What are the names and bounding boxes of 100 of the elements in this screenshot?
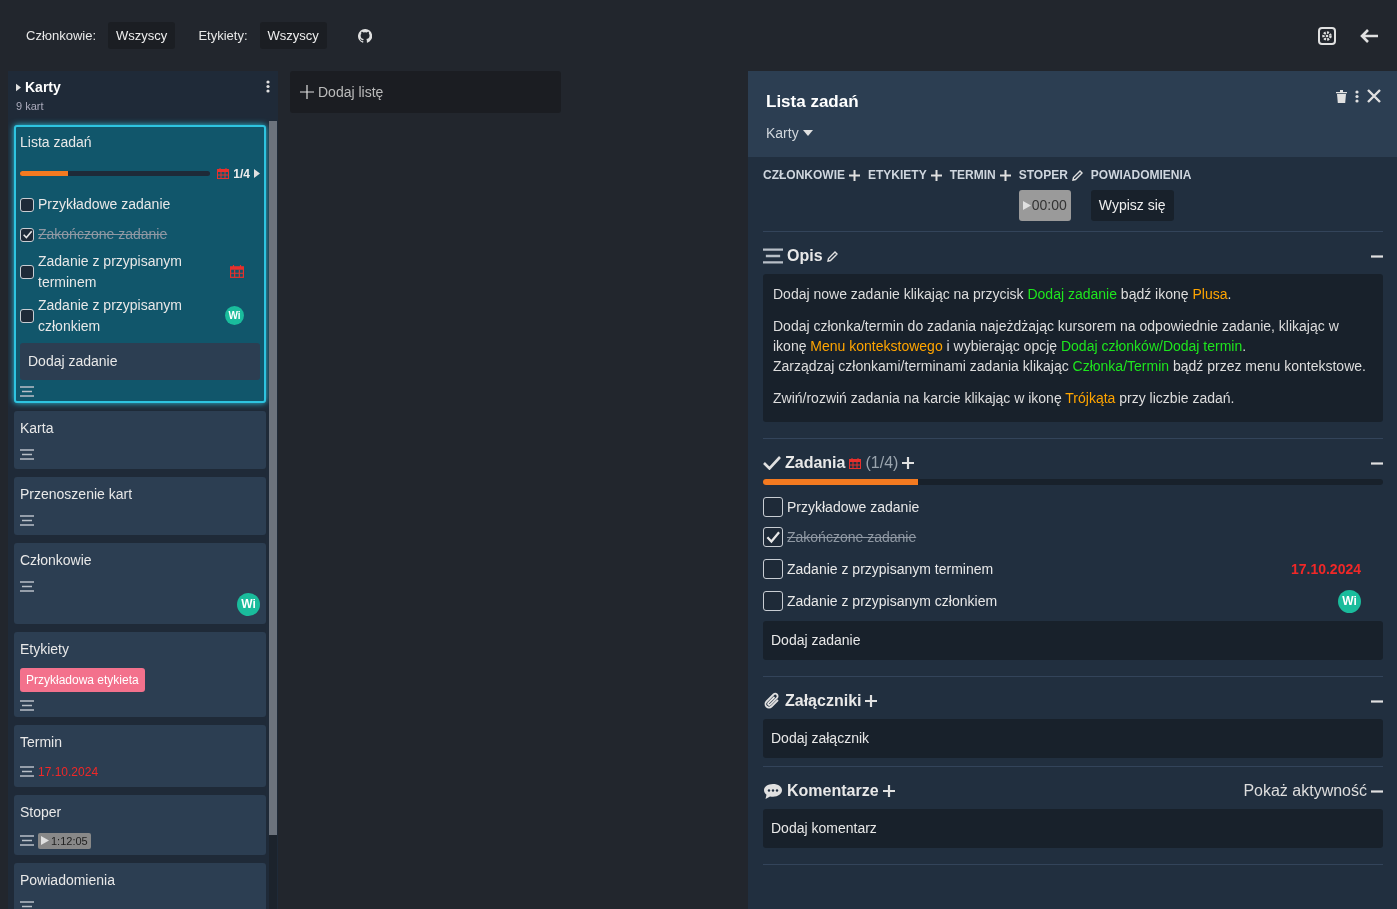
- cat-icon[interactable]: [357, 28, 372, 43]
- section-title: Opis: [787, 246, 823, 266]
- checkbox[interactable]: [20, 264, 34, 279]
- add-comment-field[interactable]: Dodaj komentarz: [763, 809, 1383, 848]
- due-date: 17.10.2024: [38, 763, 99, 781]
- add-task-button[interactable]: Dodaj zadanie: [20, 342, 260, 380]
- collapse-icon[interactable]: [1371, 699, 1383, 703]
- avatar: Wi: [1338, 589, 1361, 613]
- card-title: Powiadomienia: [20, 871, 116, 890]
- checkbox[interactable]: [20, 308, 34, 323]
- action-button[interactable]: ETYKIETY: [868, 166, 942, 184]
- checkbox[interactable]: [763, 559, 783, 579]
- lines-icon: [20, 580, 34, 592]
- card[interactable]: Członkowie Wi: [14, 542, 266, 624]
- task-text: Przykładowe zadanie: [787, 497, 921, 517]
- card-title: Członkowie: [20, 550, 93, 570]
- plus-icon: [300, 85, 314, 99]
- collapse-icon[interactable]: [1371, 789, 1383, 793]
- task-text: Przykładowe zadanie: [38, 195, 172, 214]
- filter-dropdown[interactable]: Wszyscy: [108, 21, 176, 50]
- plus-icon[interactable]: [999, 169, 1011, 181]
- lines-icon: [20, 835, 34, 847]
- plus-icon[interactable]: [865, 695, 878, 707]
- description-paragraph: Zwiń/rozwiń zadania na karcie klikając w ikonę Trójkąta przy liczbie zadań.: [773, 389, 1236, 408]
- checkbox[interactable]: [20, 197, 34, 212]
- pencil-icon[interactable]: [1071, 169, 1083, 181]
- card[interactable]: Powiadomienia: [14, 863, 266, 909]
- task-text: Zadanie z przypisanym członkiem: [38, 295, 183, 336]
- task-text: Zadanie z przypisanym terminem: [787, 559, 995, 579]
- card-title: Karta: [20, 418, 55, 438]
- collapse-icon[interactable]: [1371, 461, 1383, 465]
- plus-icon[interactable]: [930, 169, 942, 181]
- plus-icon[interactable]: [849, 169, 860, 181]
- lines-icon: [20, 385, 34, 397]
- checkbox[interactable]: [763, 497, 783, 517]
- add-list-button[interactable]: Dodaj listę: [290, 71, 561, 113]
- calendar-icon: [217, 168, 230, 179]
- settings-icon[interactable]: [1318, 26, 1336, 45]
- card-title: Lista zadań: [766, 91, 859, 113]
- task-text: Zadanie z przypisanym terminem: [38, 251, 183, 292]
- task-counter: (1/4): [865, 453, 899, 473]
- close-icon[interactable]: [1367, 89, 1381, 103]
- list-title: Karty: [25, 78, 61, 97]
- more-icon[interactable]: [1355, 89, 1359, 103]
- members-filter-label: Członkowie:: [26, 26, 97, 45]
- checkbox[interactable]: [20, 227, 34, 242]
- list-dropdown[interactable]: Karty: [766, 122, 813, 144]
- card[interactable]: Termin 17.10.2024: [14, 724, 266, 787]
- action-button[interactable]: STOPER: [1018, 166, 1083, 184]
- arrow-left-icon[interactable]: [1360, 28, 1379, 43]
- lines-icon: [20, 699, 34, 711]
- action-button[interactable]: CZŁONKOWIE: [763, 166, 860, 184]
- card[interactable]: Przenoszenie kart: [14, 476, 266, 535]
- add-task-field[interactable]: Dodaj zadanie: [763, 621, 1383, 660]
- card-title: Stoper: [20, 802, 63, 822]
- card[interactable]: Etykiety Przykładowa etykieta: [14, 631, 266, 717]
- avatar: Wi: [225, 306, 244, 325]
- labels-filter-label: Etykiety:: [198, 26, 248, 45]
- card[interactable]: Lista zadań 1/4 Przykładowe zadanie Zakończone zadanie Zadanie z przypisanym terminem Zadanie z przypisanym członkiem Wi Dodaj zadanie: [14, 124, 266, 403]
- timer-button[interactable]: 00:00: [1018, 190, 1071, 221]
- collapse-icon[interactable]: [1371, 254, 1383, 258]
- description-paragraph: Dodaj członka/termin do zadania najeżdżając kursorem na odpowiednie zadanie, klikając w ikonę Menu kontekstowego i wybierając opcję Dodaj członków/Dodaj termin. Zarządzaj członkami/terminami zadania klikając Członka/Termin bądź przez menu kontekstowe.: [773, 317, 1367, 376]
- speech-bubble-icon: [763, 782, 783, 800]
- card-title: Lista zadań: [20, 132, 93, 152]
- action-button[interactable]: TERMIN: [949, 166, 1011, 184]
- checkbox[interactable]: [763, 527, 783, 547]
- trash-icon[interactable]: [1336, 89, 1347, 103]
- card[interactable]: Karta: [14, 410, 266, 469]
- lines-icon: [20, 901, 34, 909]
- card-label: Przykładowa etykieta: [20, 667, 145, 692]
- lines-icon: [20, 448, 34, 460]
- play-icon: [1022, 201, 1031, 210]
- task-text: Zakończone zadanie: [787, 527, 918, 547]
- checkbox[interactable]: [763, 591, 783, 611]
- task-text: Zadanie z przypisanym członkiem: [787, 591, 999, 611]
- filter-dropdown[interactable]: Wszyscy: [259, 21, 327, 50]
- unsubscribe-button[interactable]: Wypisz się: [1090, 190, 1174, 221]
- avatar: Wi: [237, 592, 260, 616]
- section-title: Komentarze: [787, 781, 879, 801]
- timer-button[interactable]: 1:12:05: [38, 832, 91, 849]
- description-paragraph: Dodaj nowe zadanie klikając na przycisk Dodaj zadanie bądź ikonę Plusa.: [773, 285, 1233, 304]
- plus-icon[interactable]: [902, 457, 915, 469]
- paperclip-icon: [763, 691, 781, 711]
- check-icon: [763, 456, 781, 470]
- scrollbar[interactable]: [269, 120, 277, 835]
- plus-icon[interactable]: [882, 785, 895, 797]
- task-text: Zakończone zadanie: [38, 225, 169, 244]
- caret-right-icon[interactable]: [16, 83, 21, 92]
- card[interactable]: Stoper 1:12:05: [14, 794, 266, 855]
- pencil-icon[interactable]: [826, 250, 838, 262]
- play-icon: [41, 836, 49, 846]
- caret-right-icon[interactable]: [254, 169, 260, 178]
- section-title: Zadania: [785, 453, 846, 473]
- more-icon[interactable]: [266, 80, 270, 93]
- caret-down-icon[interactable]: [802, 130, 813, 136]
- add-attachment-field[interactable]: Dodaj załącznik: [763, 719, 1383, 758]
- card-title: Przenoszenie kart: [20, 484, 134, 504]
- task-counter: 1/4: [233, 165, 250, 183]
- action-button[interactable]: POWIADOMIENIA: [1090, 166, 1192, 184]
- show-activity-button[interactable]: Pokaż aktywność: [1243, 779, 1367, 803]
